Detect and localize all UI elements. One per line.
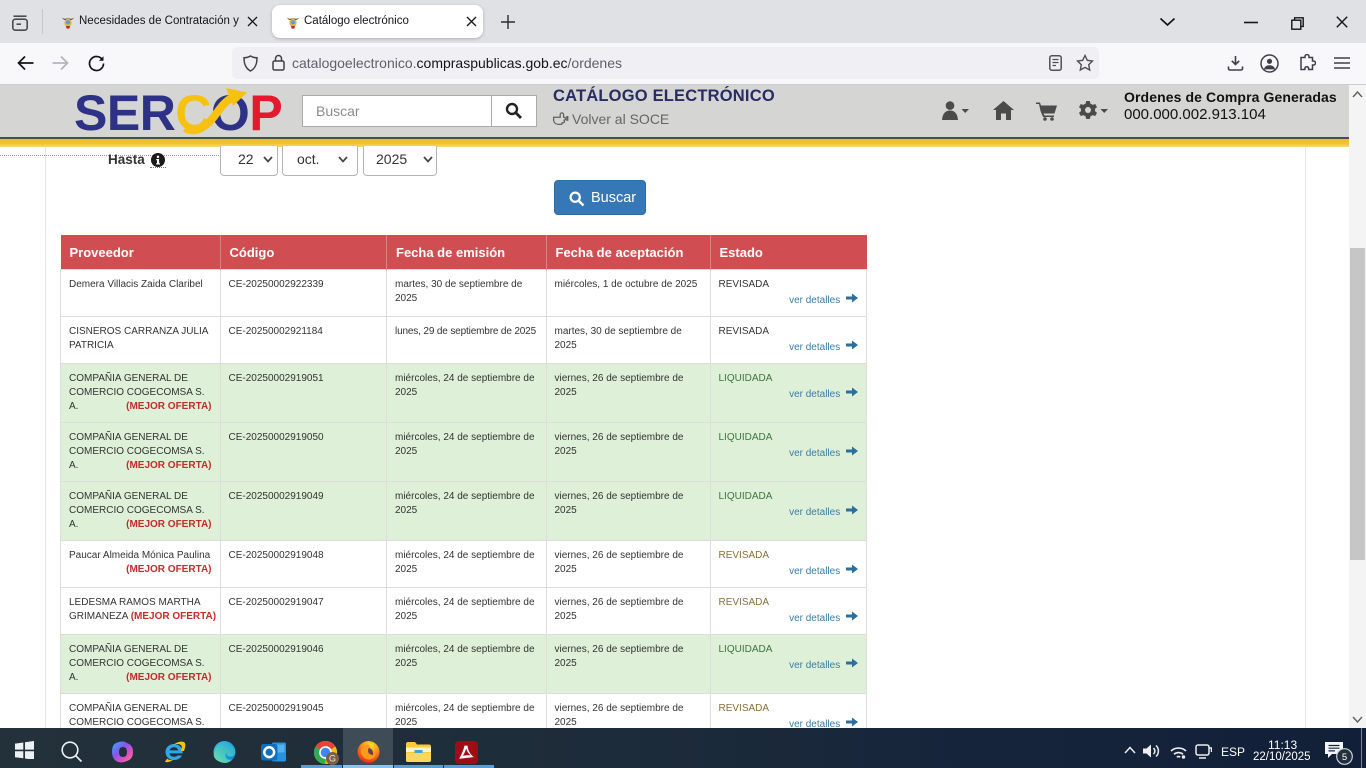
svg-text:5: 5	[1342, 752, 1347, 763]
svg-text:G: G	[329, 754, 336, 764]
